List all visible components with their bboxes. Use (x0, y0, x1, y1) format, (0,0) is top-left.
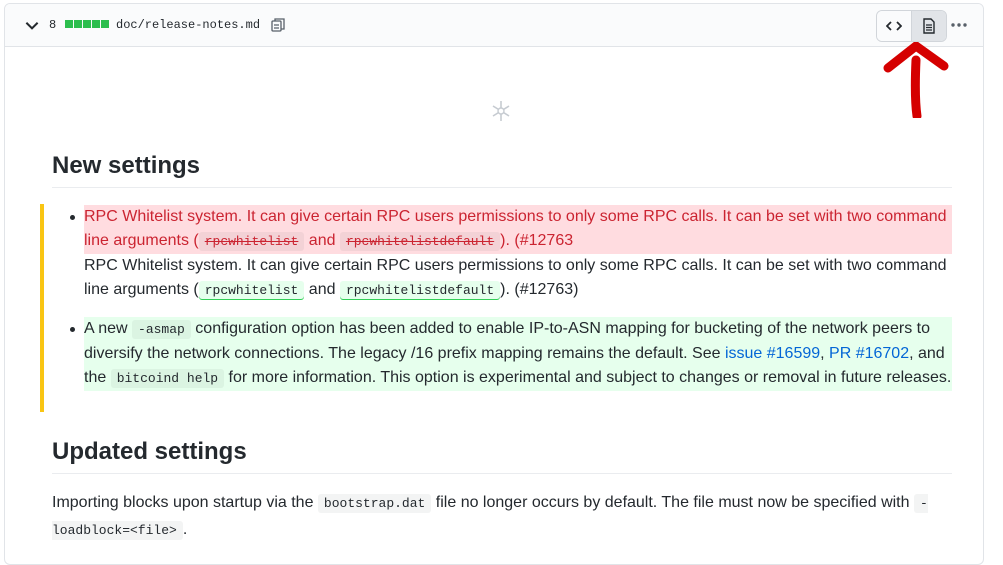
inline-code: bitcoind help (110, 369, 225, 388)
file-icon (923, 18, 935, 34)
bullet (70, 215, 75, 220)
issue-link[interactable]: issue #16599 (725, 345, 820, 362)
rich-diff-button[interactable] (911, 11, 946, 41)
inline-code: bootstrap.dat (317, 494, 432, 513)
view-toggle (876, 10, 947, 42)
added-text: RPC Whitelist system. It can give certai… (84, 257, 947, 300)
inline-code: rpcwhitelist (198, 281, 305, 300)
list-item: RPC Whitelist system. It can give certai… (70, 205, 952, 303)
diffstat-block (101, 20, 109, 28)
copy-icon[interactable] (270, 17, 286, 33)
change-count: 8 (49, 18, 57, 32)
section-heading: Updated settings (52, 438, 952, 474)
red-arrow-annotation (883, 42, 949, 118)
section-heading: New settings (52, 152, 952, 188)
diff-file: 8 doc/release-notes.md New settings RPC … (4, 3, 984, 565)
removed-text: RPC Whitelist system. It can give certai… (84, 205, 952, 254)
list-item: A new -asmap configuration option has be… (70, 317, 952, 391)
file-header: 8 doc/release-notes.md (5, 4, 983, 47)
inline-code: -asmap (132, 320, 191, 339)
diffstat-block (74, 20, 82, 28)
source-view-button[interactable] (877, 11, 911, 41)
diffstat-block (92, 20, 100, 28)
paragraph: Importing blocks upon startup via the bo… (52, 494, 928, 540)
diffstat (65, 20, 109, 28)
diffstat-block (83, 20, 91, 28)
file-path[interactable]: doc/release-notes.md (116, 18, 260, 32)
bullet (70, 327, 75, 332)
kebab-horizontal-icon[interactable] (949, 16, 969, 34)
expand-icon[interactable] (489, 99, 513, 123)
chevron-down-icon[interactable] (23, 16, 41, 34)
pr-link[interactable]: PR #16702 (829, 345, 909, 362)
inline-code: rpcwhitelistdefault (339, 232, 501, 251)
code-icon (886, 21, 902, 31)
inline-code: rpcwhitelistdefault (339, 281, 501, 300)
inline-code: rpcwhitelist (198, 232, 305, 251)
diffstat-block (65, 20, 73, 28)
